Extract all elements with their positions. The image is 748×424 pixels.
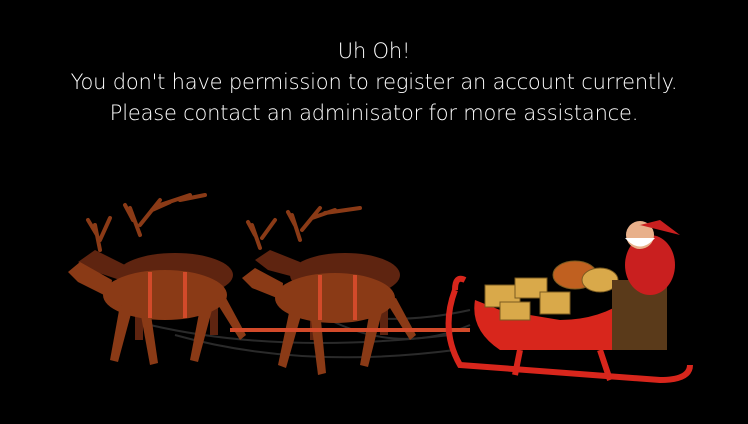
santa <box>612 220 680 350</box>
santa-sleigh-reindeer-illustration <box>68 193 693 384</box>
message-line-1: You don't have permission to register an… <box>70 70 678 94</box>
message-heading: Uh Oh! <box>337 39 411 63</box>
gifts <box>484 260 619 321</box>
permission-message: Uh Oh! You don't have permission to regi… <box>0 36 748 129</box>
antlers <box>86 193 362 252</box>
page: Uh Oh! You don't have permission to regi… <box>0 0 748 424</box>
message-line-2: Please contact an adminisator for more a… <box>109 101 639 125</box>
